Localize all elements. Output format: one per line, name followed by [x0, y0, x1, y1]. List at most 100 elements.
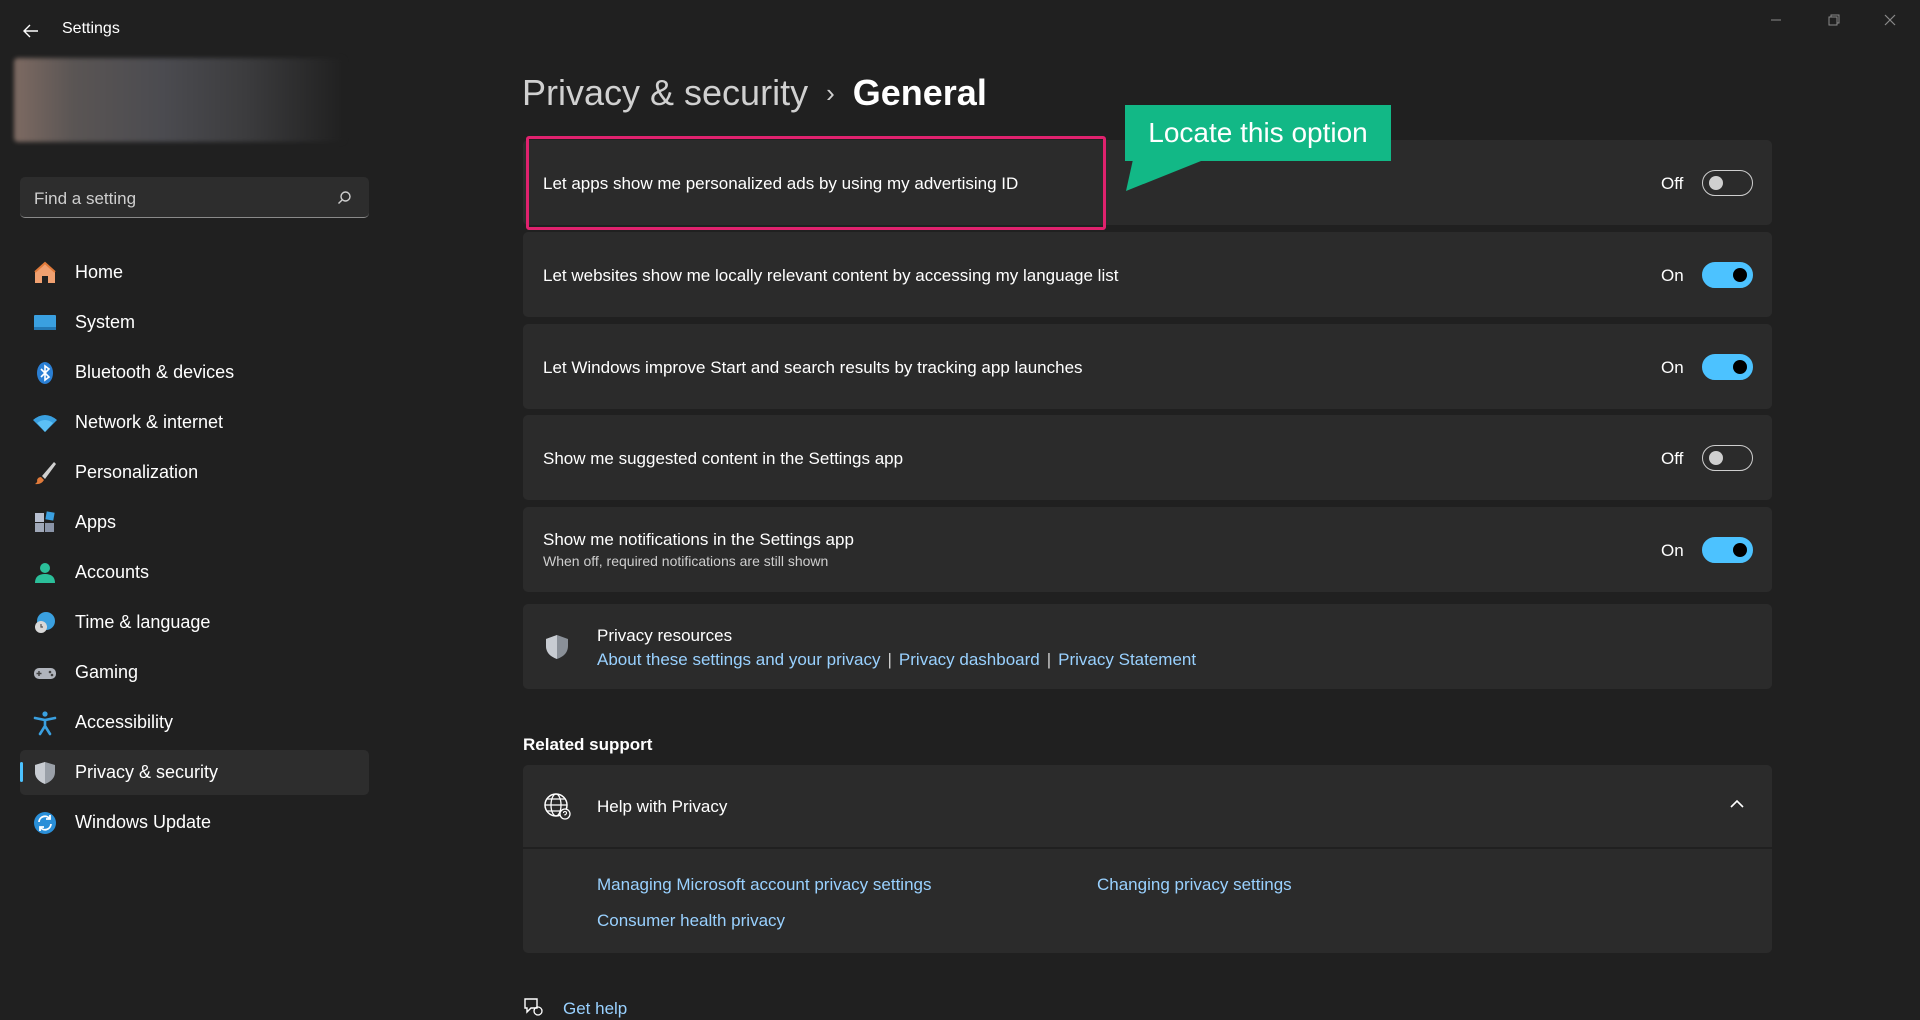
toggle-state-text: Off	[1661, 174, 1684, 193]
app-launch-tracking-toggle[interactable]	[1702, 354, 1753, 380]
sidebar-item-accessibility[interactable]: Accessibility	[20, 700, 369, 745]
privacy-resources-title: Privacy resources	[597, 626, 733, 645]
privacy-resources-links: About these settings and your privacy | …	[597, 650, 1196, 670]
setting-label: Let websites show me locally relevant co…	[543, 266, 1119, 285]
sidebar-item-windows-update[interactable]: Windows Update	[20, 800, 369, 845]
setting-sublabel: When off, required notifications are sti…	[543, 553, 829, 569]
sidebar-item-label: Gaming	[75, 662, 139, 682]
accessibility-icon	[32, 710, 58, 736]
about-settings-link[interactable]: About these settings and your privacy	[597, 650, 881, 670]
related-support-heading: Related support	[523, 735, 653, 754]
minimize-icon	[1771, 19, 1781, 21]
close-button[interactable]	[1870, 8, 1910, 32]
setting-row-language-list[interactable]: Let websites show me locally relevant co…	[523, 232, 1772, 317]
toggle-knob	[1733, 360, 1747, 374]
setting-label: Let Windows improve Start and search res…	[543, 358, 1083, 377]
sidebar-item-personalization[interactable]: Personalization	[20, 450, 369, 495]
get-help-link[interactable]: Get help	[563, 999, 627, 1019]
system-icon	[32, 310, 58, 336]
toggle-knob	[1709, 176, 1723, 190]
toggle-state-text: On	[1661, 266, 1684, 285]
notifications-toggle[interactable]	[1702, 537, 1753, 563]
sidebar-item-label: Home	[75, 262, 124, 282]
sidebar-item-bluetooth[interactable]: Bluetooth & devices	[20, 350, 369, 395]
search-icon	[338, 191, 351, 204]
sidebar-item-label: Windows Update	[75, 812, 212, 832]
back-button[interactable]	[18, 18, 44, 44]
restore-icon	[1828, 14, 1840, 26]
close-icon	[1884, 14, 1896, 26]
bluetooth-icon	[32, 360, 58, 386]
advertising-id-toggle[interactable]	[1702, 170, 1753, 196]
sidebar-nav: Home System Bluetooth & devices Network …	[20, 250, 369, 850]
minimize-button[interactable]	[1756, 8, 1796, 32]
breadcrumb-parent[interactable]: Privacy & security	[522, 72, 808, 114]
wifi-icon	[32, 410, 58, 436]
sidebar-item-label: Bluetooth & devices	[75, 362, 235, 382]
breadcrumb-separator: ›	[826, 77, 835, 108]
help-with-privacy-links: Managing Microsoft account privacy setti…	[523, 849, 1772, 953]
account-icon	[32, 560, 58, 586]
get-help-icon	[522, 996, 544, 1020]
setting-row-app-launch-tracking[interactable]: Let Windows improve Start and search res…	[523, 324, 1772, 409]
sidebar-item-accounts[interactable]: Accounts	[20, 550, 369, 595]
sidebar-item-system[interactable]: System	[20, 300, 369, 345]
callout-text: Locate this option	[1148, 117, 1368, 148]
restore-button[interactable]	[1814, 8, 1854, 32]
link-separator: |	[1046, 650, 1052, 669]
setting-label: Let apps show me personalized ads by usi…	[543, 174, 1019, 193]
setting-row-suggested-content[interactable]: Show me suggested content in the Setting…	[523, 415, 1772, 500]
toggle-knob	[1733, 268, 1747, 282]
suggested-content-toggle[interactable]	[1702, 445, 1753, 471]
home-icon	[32, 260, 58, 286]
page-title: General	[852, 72, 987, 113]
brush-icon	[32, 460, 58, 486]
search-input[interactable]: Find a setting	[20, 177, 369, 218]
language-list-toggle[interactable]	[1702, 262, 1753, 288]
setting-row-notifications[interactable]: Show me notifications in the Settings ap…	[523, 507, 1772, 592]
sidebar-item-label: Accounts	[75, 562, 150, 582]
sidebar-item-label: Accessibility	[75, 712, 174, 732]
help-with-privacy-title: Help with Privacy	[597, 797, 728, 816]
toggle-knob	[1709, 451, 1723, 465]
sidebar-item-network[interactable]: Network & internet	[20, 400, 369, 445]
link-separator: |	[887, 650, 892, 669]
shield-icon	[32, 760, 58, 786]
setting-label: Show me suggested content in the Setting…	[543, 449, 904, 468]
app-title: Settings	[62, 20, 120, 37]
back-arrow-icon	[23, 24, 38, 38]
help-with-privacy-header[interactable]: Help with Privacy	[523, 765, 1772, 847]
sidebar-item-gaming[interactable]: Gaming	[20, 650, 369, 695]
toggle-state-text: On	[1661, 358, 1684, 377]
gamepad-icon	[32, 660, 58, 686]
search-placeholder: Find a setting	[34, 189, 137, 208]
consumer-health-privacy-link[interactable]: Consumer health privacy	[597, 911, 785, 931]
apps-icon	[32, 510, 58, 536]
shield-icon	[543, 633, 571, 666]
annotation-callout: Locate this option	[1125, 105, 1391, 161]
privacy-dashboard-link[interactable]: Privacy dashboard	[899, 650, 1040, 670]
privacy-statement-link[interactable]: Privacy Statement	[1058, 650, 1196, 670]
settings-window: Settings Find a setting Home System Blue…	[0, 0, 1920, 1020]
managing-account-privacy-link[interactable]: Managing Microsoft account privacy setti…	[597, 875, 932, 895]
sidebar-item-label: Network & internet	[75, 412, 224, 432]
sidebar-item-label: Privacy & security	[75, 762, 219, 782]
changing-privacy-settings-link[interactable]: Changing privacy settings	[1097, 875, 1292, 895]
chevron-up-icon[interactable]	[1728, 795, 1746, 813]
breadcrumb: Privacy & security › General	[522, 72, 987, 114]
update-icon	[32, 810, 58, 836]
sidebar-item-label: System	[75, 312, 136, 332]
sidebar-item-label: Apps	[75, 512, 117, 532]
sidebar-item-apps[interactable]: Apps	[20, 500, 369, 545]
sidebar-item-privacy-security[interactable]: Privacy & security	[20, 750, 369, 795]
sidebar-item-time-language[interactable]: Time & language	[20, 600, 369, 645]
privacy-resources-card: Privacy resources About these settings a…	[523, 604, 1772, 689]
toggle-knob	[1733, 543, 1747, 557]
setting-label: Show me notifications in the Settings ap…	[543, 530, 854, 549]
toggle-state-text: Off	[1661, 449, 1684, 468]
sidebar-item-home[interactable]: Home	[20, 250, 369, 295]
title-bar: Settings	[0, 0, 1920, 60]
toggle-state-text: On	[1661, 541, 1684, 560]
user-profile-blurred[interactable]	[14, 58, 344, 142]
globe-clock-icon	[32, 610, 58, 636]
